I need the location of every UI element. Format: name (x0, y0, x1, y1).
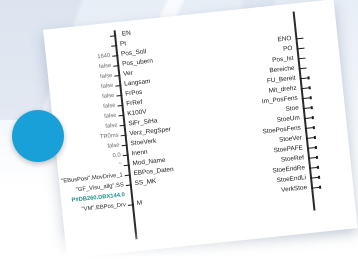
pin-wire (300, 87, 309, 90)
pin-name: M (136, 199, 143, 207)
pin-wire (110, 35, 117, 37)
pin-wire (297, 57, 306, 60)
pin-stub (317, 175, 321, 179)
pin-wire (119, 124, 126, 127)
pin-wire (124, 174, 131, 177)
pin-wire (298, 67, 307, 70)
pin-stub (307, 76, 310, 80)
pin-stub (315, 155, 319, 160)
pin-wire (304, 127, 313, 130)
pin-wire (301, 97, 310, 100)
screenshot-stage: EN Pt 1640 Pos_Soll false Pos_ubern fals… (0, 0, 358, 270)
pin-wire (123, 164, 130, 167)
function-block-wrapper: EN Pt 1640 Pos_Soll false Pos_ubern fals… (40, 0, 358, 269)
pin-stub (318, 185, 322, 189)
pin-wire (121, 144, 128, 147)
pin-name: VerkStoe (280, 184, 308, 194)
pin-wire (118, 114, 125, 117)
pin-wire (311, 186, 320, 189)
pin-wire (307, 157, 317, 159)
pin-wire (127, 204, 134, 206)
pin-wire (120, 134, 127, 137)
pin-wire (125, 184, 132, 187)
pin-stub (309, 96, 312, 100)
pin-wire (306, 147, 315, 149)
pin-stub (312, 125, 315, 130)
pin-wire (122, 154, 129, 157)
pin-wire (295, 37, 304, 40)
pin-wire (116, 94, 123, 97)
pin-stub (313, 135, 317, 140)
pin-stub (310, 106, 313, 110)
pin-wire (113, 65, 120, 67)
pin-stub (311, 116, 314, 120)
function-block: EN Pt 1640 Pos_Soll false Pos_ubern fals… (43, 0, 358, 259)
pin-wire (112, 55, 119, 57)
pin-wire (305, 137, 314, 139)
pin-wire (309, 166, 318, 169)
pin-wire (114, 75, 121, 77)
pin-wire (117, 104, 124, 107)
pin-value: '' (119, 162, 123, 169)
pin-stub (308, 86, 311, 90)
pin-wire (302, 107, 311, 110)
pin-wire (111, 45, 118, 47)
pin-wire (310, 176, 319, 179)
pin-stub (314, 145, 318, 150)
blue-circle-marker[interactable] (12, 110, 64, 162)
pin-wire (303, 117, 312, 120)
pin-wire (115, 84, 122, 87)
pin-wire (296, 47, 305, 50)
pin-wire (299, 77, 308, 80)
pin-stub (316, 165, 320, 169)
